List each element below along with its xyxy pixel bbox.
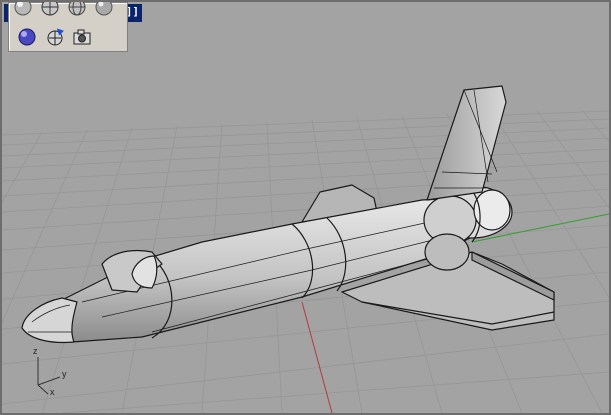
z-axis-label: z [33, 346, 38, 356]
viewport-background [2, 2, 609, 413]
y-axis-label: y [62, 369, 67, 379]
sphere-wireframe-grid-icon[interactable] [66, 2, 88, 17]
sphere-shaded-icon[interactable] [12, 2, 34, 17]
sphere-wireframe-horizontal-icon[interactable] [39, 2, 61, 17]
sphere-plain-icon[interactable] [93, 2, 115, 17]
perspective-viewport[interactable]: ]] z y x [0, 0, 611, 415]
x-axis-label: x [50, 387, 55, 397]
camera-icon[interactable] [71, 27, 93, 47]
sphere-rendered-blue-icon[interactable] [16, 27, 38, 47]
viewport-canvas[interactable] [2, 2, 609, 413]
display-mode-toolbar [8, 2, 128, 52]
rotate-view-icon[interactable] [44, 27, 66, 47]
